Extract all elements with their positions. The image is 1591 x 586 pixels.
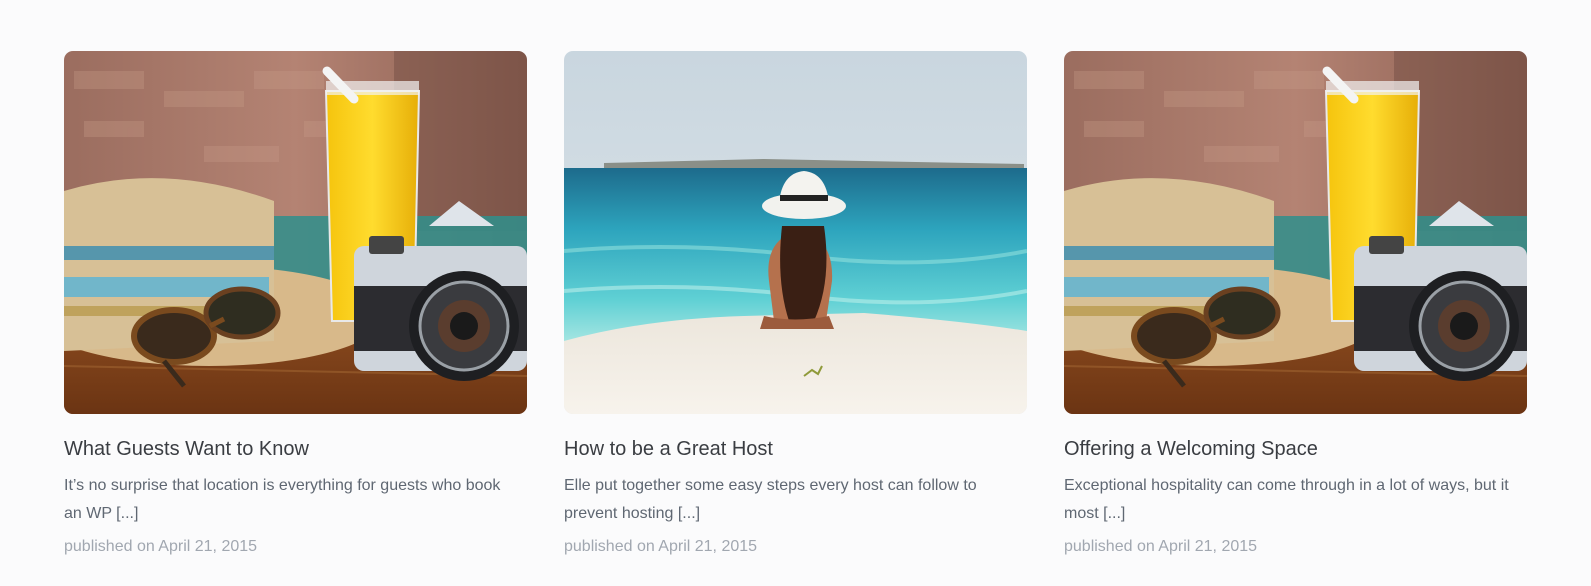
post-thumbnail[interactable] xyxy=(1064,51,1527,414)
post-title[interactable]: How to be a Great Host xyxy=(564,436,1027,462)
straw-hat-camera-juice-photo xyxy=(64,51,527,414)
post-card[interactable]: What Guests Want to Know It’s no surpris… xyxy=(64,51,527,558)
post-title[interactable]: What Guests Want to Know xyxy=(64,436,527,462)
post-thumbnail[interactable] xyxy=(564,51,1027,414)
straw-hat-camera-juice-photo xyxy=(1064,51,1527,414)
post-card[interactable]: How to be a Great Host Elle put together… xyxy=(564,51,1027,558)
post-excerpt: Exceptional hospitality can come through… xyxy=(1064,477,1509,522)
post-date: published on April 21, 2015 xyxy=(64,538,258,555)
woman-beach-sea-photo xyxy=(564,51,1027,414)
post-date: published on April 21, 2015 xyxy=(564,538,758,555)
post-excerpt: It’s no surprise that location is everyt… xyxy=(64,477,501,522)
post-card[interactable]: Offering a Welcoming Space Exceptional h… xyxy=(1064,51,1527,558)
post-excerpt: Elle put together some easy steps every … xyxy=(564,477,977,522)
post-date: published on April 21, 2015 xyxy=(1064,538,1258,555)
post-thumbnail[interactable] xyxy=(64,51,527,414)
post-title[interactable]: Offering a Welcoming Space xyxy=(1064,436,1527,462)
posts-grid: What Guests Want to Know It’s no surpris… xyxy=(64,51,1527,558)
